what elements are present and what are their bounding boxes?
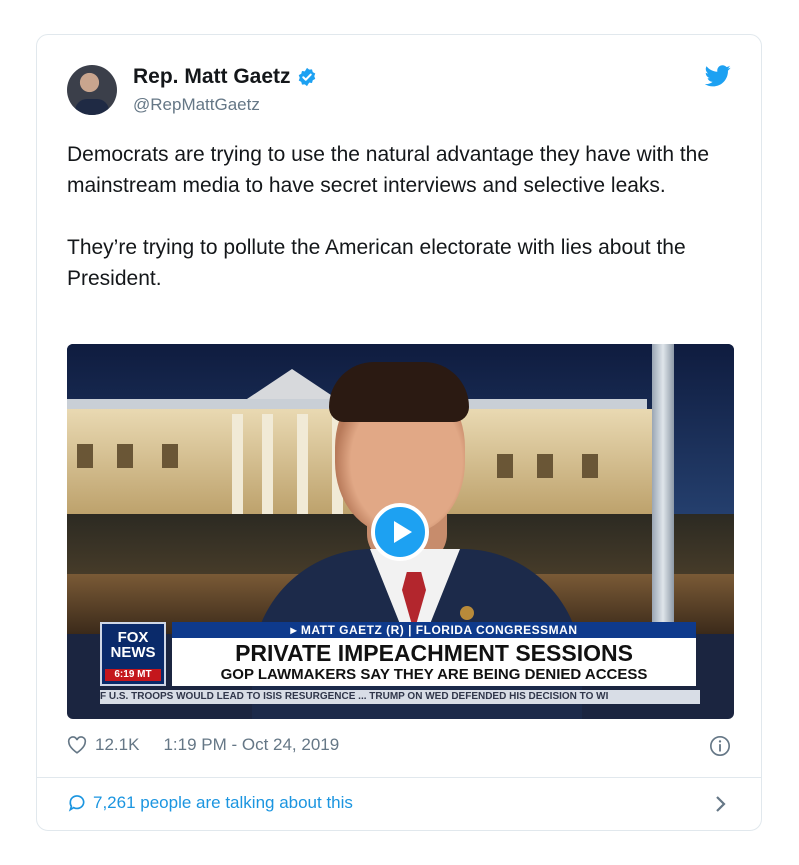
fox-news-logo: FOX NEWS 6:19 MT (100, 622, 166, 686)
play-button[interactable] (371, 503, 429, 561)
twitter-bird-icon[interactable] (705, 65, 731, 87)
tweet-paragraph: They’re trying to pollute the American e… (67, 236, 686, 290)
conversation-link[interactable]: 7,261 people are talking about this (67, 793, 353, 813)
headline: PRIVATE IMPEACHMENT SESSIONS (235, 640, 633, 666)
headline-strap: PRIVATE IMPEACHMENT SESSIONS GOP LAWMAKE… (172, 638, 696, 686)
chevron-right-icon[interactable] (715, 795, 727, 813)
news-ticker: F U.S. TROOPS WOULD LEAD TO ISIS RESURGE… (100, 690, 700, 704)
video-thumbnail[interactable]: FOX NEWS 6:19 MT ▸ MATT GAETZ (R) | FLOR… (67, 344, 734, 719)
broadcast-time: 6:19 MT (105, 669, 161, 681)
subheadline: GOP LAWMAKERS SAY THEY ARE BEING DENIED … (220, 666, 648, 683)
author-name-row[interactable]: Rep. Matt Gaetz (133, 65, 317, 89)
name-strap: ▸ MATT GAETZ (R) | FLORIDA CONGRESSMAN (172, 622, 696, 638)
heart-icon[interactable] (67, 736, 87, 754)
divider (37, 777, 761, 778)
news-lower-third: FOX NEWS 6:19 MT ▸ MATT GAETZ (R) | FLOR… (100, 622, 700, 690)
conversation-count[interactable]: 7,261 people are talking about this (93, 793, 353, 813)
like-count[interactable]: 12.1K (95, 735, 139, 755)
author-name[interactable]: Rep. Matt Gaetz (133, 65, 291, 89)
tweet-text: Democrats are trying to use the natural … (67, 139, 747, 294)
comment-icon (68, 795, 85, 812)
info-icon[interactable] (709, 735, 731, 757)
avatar[interactable] (67, 65, 117, 115)
tweet-card: Rep. Matt Gaetz @RepMattGaetz Democrats … (36, 34, 762, 831)
tweet-paragraph: Democrats are trying to use the natural … (67, 143, 710, 197)
author-handle[interactable]: @RepMattGaetz (133, 95, 260, 115)
tweet-meta: 12.1K 1:19 PM - Oct 24, 2019 (67, 735, 339, 755)
play-icon (393, 521, 412, 543)
tweet-timestamp[interactable]: 1:19 PM - Oct 24, 2019 (163, 735, 339, 755)
verified-badge-icon (298, 67, 315, 87)
